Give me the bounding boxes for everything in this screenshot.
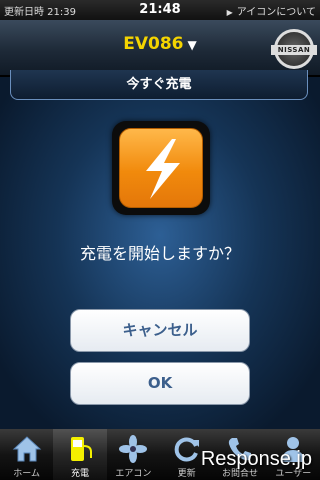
confirm-prompt: 充電を開始しますか？ xyxy=(79,244,240,263)
nav-bar: EV086 ▼ NISSAN xyxy=(0,20,320,76)
tab-home-label: ホーム xyxy=(13,469,41,479)
tab-aircon-label: エアコン xyxy=(115,469,152,479)
chevron-down-icon: ▼ xyxy=(187,38,197,52)
ok-button[interactable]: OK xyxy=(70,362,250,405)
lightning-bolt-icon xyxy=(119,128,203,208)
tab-charge-label: 充電 xyxy=(70,469,89,479)
play-arrow-icon: ▶ xyxy=(226,8,233,17)
cancel-button[interactable]: キャンセル xyxy=(70,309,250,352)
charge-now-tab: 今すぐ充電 xyxy=(10,70,308,100)
tab-charge[interactable]: 充電 xyxy=(53,429,107,480)
about-icons-link[interactable]: ▶ アイコンについて xyxy=(227,3,316,18)
about-icons-label: アイコンについて xyxy=(236,7,316,18)
charge-plug-icon xyxy=(53,434,106,464)
fan-icon xyxy=(107,434,160,464)
logo-text: NISSAN xyxy=(271,45,317,55)
status-bar: 更新日時 21:39 21:48 ▶ アイコンについて xyxy=(0,0,320,20)
nissan-logo: NISSAN xyxy=(271,29,317,69)
vehicle-name: EV086 xyxy=(123,34,184,54)
home-icon xyxy=(0,434,53,464)
tab-aircon[interactable]: エアコン xyxy=(107,429,160,480)
charge-icon-frame xyxy=(112,121,210,215)
watermark: Response.jp xyxy=(200,448,312,470)
tab-home[interactable]: ホーム xyxy=(0,429,53,480)
